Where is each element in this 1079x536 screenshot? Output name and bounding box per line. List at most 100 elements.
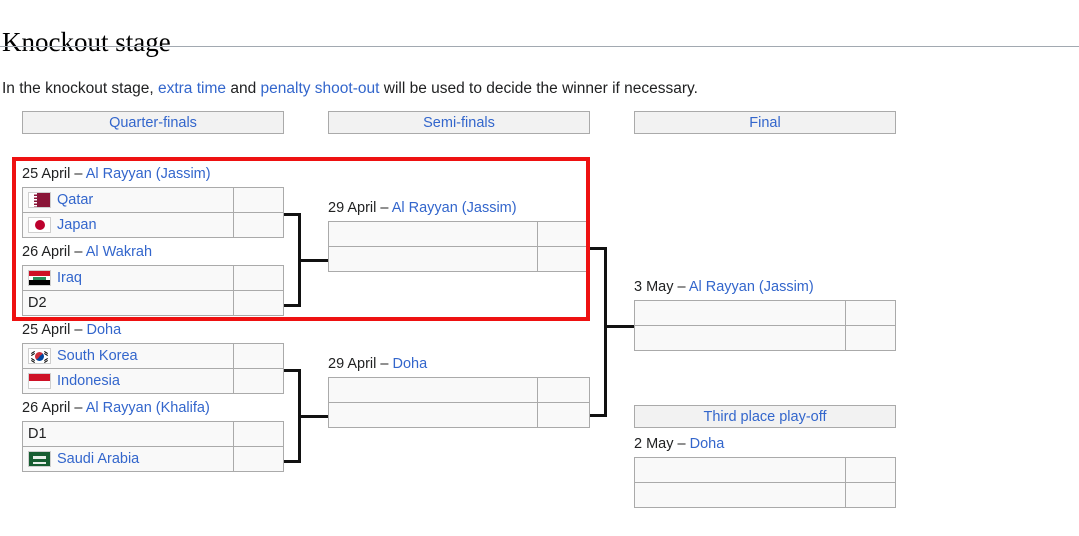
score-cell (846, 457, 896, 483)
match-row[interactable] (634, 325, 896, 351)
score-cell (846, 300, 896, 326)
match-box-third-place (634, 457, 896, 508)
venue-link-sf1[interactable]: Al Rayyan (Jassim) (392, 200, 517, 216)
score-cell (846, 325, 896, 351)
match-date-qf1: 25 April – Al Rayyan (Jassim) (22, 166, 211, 183)
venue-link-qf2[interactable]: Al Wakrah (86, 244, 152, 260)
match-date-text-qf4: 26 April – (22, 400, 86, 416)
score-cell (234, 343, 284, 369)
flag-icon-japan (28, 217, 51, 233)
match-box-qf2: Iraq D2 (22, 265, 284, 316)
team-placeholder-code: D2 (28, 295, 47, 311)
match-date-text-final: 3 May – (634, 279, 689, 295)
match-row[interactable]: Iraq (22, 265, 284, 291)
flag-icon-indonesia (28, 373, 51, 389)
score-cell (234, 421, 284, 447)
match-row[interactable] (328, 221, 590, 247)
match-date-qf2: 26 April – Al Wakrah (22, 244, 152, 261)
match-row[interactable] (328, 377, 590, 403)
match-box-final (634, 300, 896, 351)
round-header-quarter-finals[interactable]: Quarter-finals (22, 111, 284, 134)
score-cell (538, 402, 590, 428)
bracket-connector-qf1-bottom-stub (284, 304, 301, 307)
match-date-sf2: 29 April – Doha (328, 356, 427, 373)
team-placeholder-code: D1 (28, 426, 47, 442)
match-row[interactable]: Qatar (22, 187, 284, 213)
match-box-qf4: D1 Saudi Arabia (22, 421, 284, 472)
bracket-connector-sf-top-stub (590, 247, 607, 250)
match-date-final: 3 May – Al Rayyan (Jassim) (634, 279, 814, 296)
team-name[interactable]: Saudi Arabia (57, 451, 139, 467)
match-box-qf1: Qatar Japan (22, 187, 284, 238)
team-name (634, 300, 846, 326)
score-cell (234, 212, 284, 238)
intro-text-prefix: In the knockout stage, (2, 80, 158, 97)
venue-link-sf2[interactable]: Doha (393, 356, 428, 372)
match-row[interactable]: Indonesia (22, 368, 284, 394)
venue-link-qf4[interactable]: Al Rayyan (Khalifa) (86, 400, 210, 416)
venue-link-qf1[interactable]: Al Rayyan (Jassim) (86, 166, 211, 182)
match-row[interactable] (634, 457, 896, 483)
match-row[interactable] (328, 246, 590, 272)
score-cell (234, 265, 284, 291)
venue-link-qf3[interactable]: Doha (87, 322, 122, 338)
match-date-qf4: 26 April – Al Rayyan (Khalifa) (22, 400, 210, 417)
team-name[interactable]: Indonesia (57, 373, 120, 389)
score-cell (538, 377, 590, 403)
bracket-connector-qf2-out (298, 415, 330, 418)
title-divider (0, 46, 1079, 47)
match-row[interactable]: Japan (22, 212, 284, 238)
team-name[interactable]: Japan (57, 217, 97, 233)
penalty-shootout-link[interactable]: penalty shoot-out (261, 80, 380, 97)
team-name[interactable]: Iraq (57, 270, 82, 286)
score-cell (538, 246, 590, 272)
score-cell (234, 368, 284, 394)
match-date-text-qf1: 25 April – (22, 166, 86, 182)
match-row[interactable]: D2 (22, 290, 284, 316)
match-row[interactable]: D1 (22, 421, 284, 447)
bracket-connector-qf2-top-stub (284, 369, 301, 372)
team-name (328, 402, 538, 428)
match-date-sf1: 29 April – Al Rayyan (Jassim) (328, 200, 517, 217)
intro-text-mid: and (226, 80, 260, 97)
match-date-text-sf2: 29 April – (328, 356, 393, 372)
intro-text-suffix: will be used to decide the winner if nec… (379, 80, 698, 97)
score-cell (234, 187, 284, 213)
flag-icon-iraq (28, 270, 51, 286)
match-row[interactable]: South Korea (22, 343, 284, 369)
extra-time-link[interactable]: extra time (158, 80, 226, 97)
match-row[interactable] (634, 300, 896, 326)
team-name[interactable]: Qatar (57, 192, 93, 208)
match-date-text-third-place: 2 May – (634, 436, 690, 452)
team-name (634, 325, 846, 351)
match-date-text-qf3: 25 April – (22, 322, 87, 338)
venue-link-third-place[interactable]: Doha (690, 436, 725, 452)
score-cell (846, 482, 896, 508)
flag-icon-saudi-arabia (28, 451, 51, 467)
score-cell (234, 446, 284, 472)
team-name (328, 221, 538, 247)
team-name[interactable]: South Korea (57, 348, 138, 364)
match-date-text-sf1: 29 April – (328, 200, 392, 216)
round-header-semi-finals[interactable]: Semi-finals (328, 111, 590, 134)
bracket-connector-sf-vertical (604, 247, 607, 417)
team-name (328, 377, 538, 403)
flag-icon-qatar (28, 192, 51, 208)
round-header-third-place[interactable]: Third place play-off (634, 405, 896, 428)
match-row[interactable] (328, 402, 590, 428)
flag-icon-south-korea (28, 348, 51, 364)
match-box-sf1 (328, 221, 590, 272)
venue-link-final[interactable]: Al Rayyan (Jassim) (689, 279, 814, 295)
round-header-final[interactable]: Final (634, 111, 896, 134)
score-cell (234, 290, 284, 316)
match-date-third-place: 2 May – Doha (634, 436, 724, 453)
match-box-sf2 (328, 377, 590, 428)
score-cell (538, 221, 590, 247)
match-date-text-qf2: 26 April – (22, 244, 86, 260)
match-date-qf3: 25 April – Doha (22, 322, 121, 339)
match-box-qf3: South Korea Indonesia (22, 343, 284, 394)
page-title: Knockout stage (2, 26, 171, 58)
team-name (634, 482, 846, 508)
match-row[interactable] (634, 482, 896, 508)
match-row[interactable]: Saudi Arabia (22, 446, 284, 472)
